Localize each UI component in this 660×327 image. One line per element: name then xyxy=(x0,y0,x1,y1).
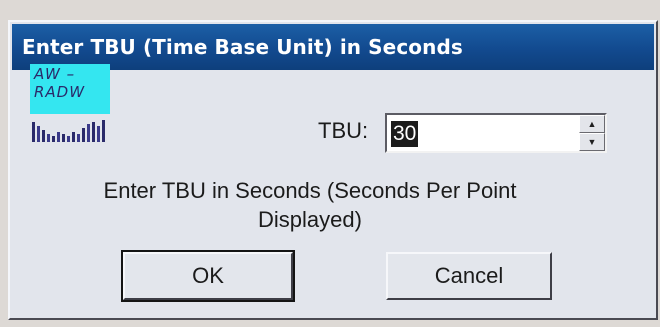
cancel-button[interactable]: Cancel xyxy=(386,252,552,300)
tbu-spinner: ▲ ▼ xyxy=(579,115,605,151)
aw-radw-icon: AW – RADW xyxy=(30,64,110,144)
tbu-value-text[interactable]: 30 xyxy=(391,121,419,147)
app-icon-text-line2: RADW xyxy=(34,83,86,101)
app-icon-background: AW – RADW xyxy=(30,64,110,114)
tbu-spin-input[interactable]: 30 ▲ ▼ xyxy=(385,113,607,153)
signal-bars-icon xyxy=(32,120,105,142)
dialog-title: Enter TBU (Time Base Unit) in Seconds xyxy=(22,35,463,59)
tbu-hint-text: Enter TBU in Seconds (Seconds Per Point … xyxy=(103,178,517,232)
spin-up-arrow-icon: ▲ xyxy=(587,118,597,129)
ok-button[interactable]: OK xyxy=(121,250,295,302)
spin-down-button[interactable]: ▼ xyxy=(579,133,605,151)
spin-up-button[interactable]: ▲ xyxy=(579,115,605,133)
app-icon-text-line1: AW – xyxy=(34,65,76,83)
spin-down-arrow-icon: ▼ xyxy=(587,136,597,147)
tbu-label: TBU: xyxy=(318,118,369,143)
